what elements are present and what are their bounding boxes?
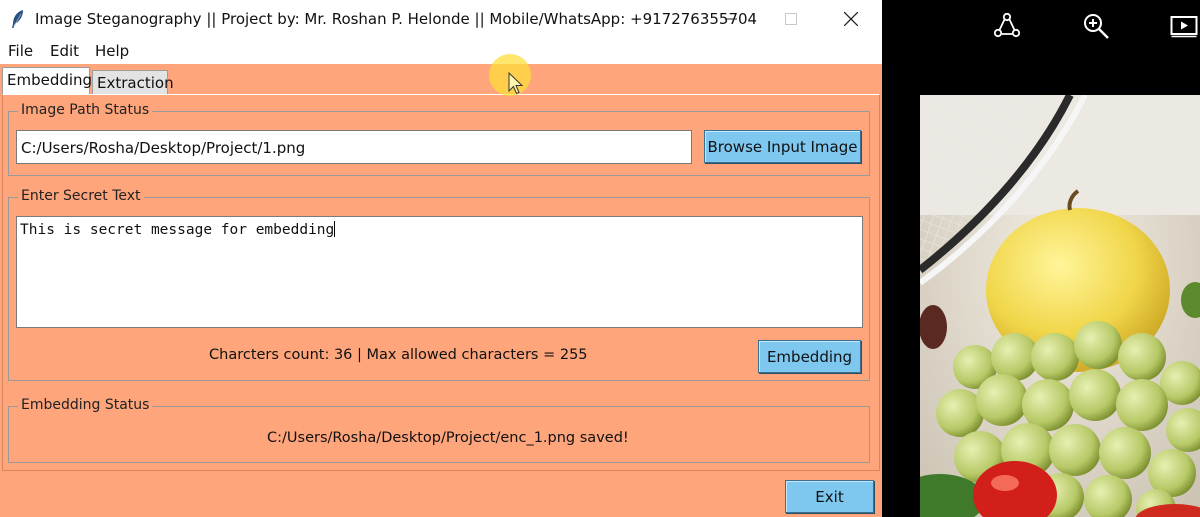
image-viewer: [882, 0, 1200, 517]
image-path-input[interactable]: C:/Users/Rosha/Desktop/Project/1.png: [16, 130, 692, 164]
minimize-icon: [725, 18, 737, 20]
close-button[interactable]: [828, 0, 874, 38]
menu-bar: File Edit Help: [0, 38, 882, 64]
menu-file[interactable]: File: [8, 42, 33, 60]
embedding-status-group-label: Embedding Status: [18, 397, 153, 413]
maximize-icon: [785, 13, 797, 25]
slideshow-button[interactable]: [1166, 8, 1200, 44]
close-icon: [844, 12, 858, 26]
zoom-in-button[interactable]: [1078, 8, 1114, 44]
slideshow-icon: [1170, 16, 1198, 38]
mouse-pointer-icon: [508, 72, 524, 95]
character-count-label: Charcters count: 36 | Max allowed charac…: [209, 347, 588, 363]
zoom-in-icon: [1084, 14, 1109, 39]
share-icon: [993, 12, 1021, 38]
menu-help[interactable]: Help: [95, 42, 129, 60]
menu-edit[interactable]: Edit: [50, 42, 79, 60]
exit-button[interactable]: Exit: [785, 480, 874, 513]
browse-input-image-button[interactable]: Browse Input Image: [704, 130, 861, 163]
secret-text-value: This is secret message for embedding: [20, 222, 335, 238]
embedding-status-text: C:/Users/Rosha/Desktop/Project/enc_1.png…: [267, 430, 629, 446]
image-path-group-label: Image Path Status: [18, 102, 153, 118]
feather-icon: [12, 10, 23, 28]
secret-text-group-label: Enter Secret Text: [18, 188, 144, 204]
tab-extraction[interactable]: Extraction: [92, 70, 174, 94]
text-caret: [334, 221, 336, 237]
maximize-button[interactable]: [768, 0, 814, 38]
secret-text-area[interactable]: This is secret message for embedding: [16, 216, 863, 328]
share-button[interactable]: [989, 8, 1025, 44]
window-title: Image Steganography || Project by: Mr. R…: [35, 10, 758, 28]
embedding-button[interactable]: Embedding: [758, 340, 861, 373]
minimize-button[interactable]: [708, 0, 754, 38]
title-bar[interactable]: Image Steganography || Project by: Mr. R…: [0, 0, 882, 38]
preview-photo-fruit: [920, 95, 1200, 517]
app-window: Image Steganography || Project by: Mr. R…: [0, 0, 882, 517]
tab-embedding[interactable]: Embedding: [2, 67, 92, 94]
